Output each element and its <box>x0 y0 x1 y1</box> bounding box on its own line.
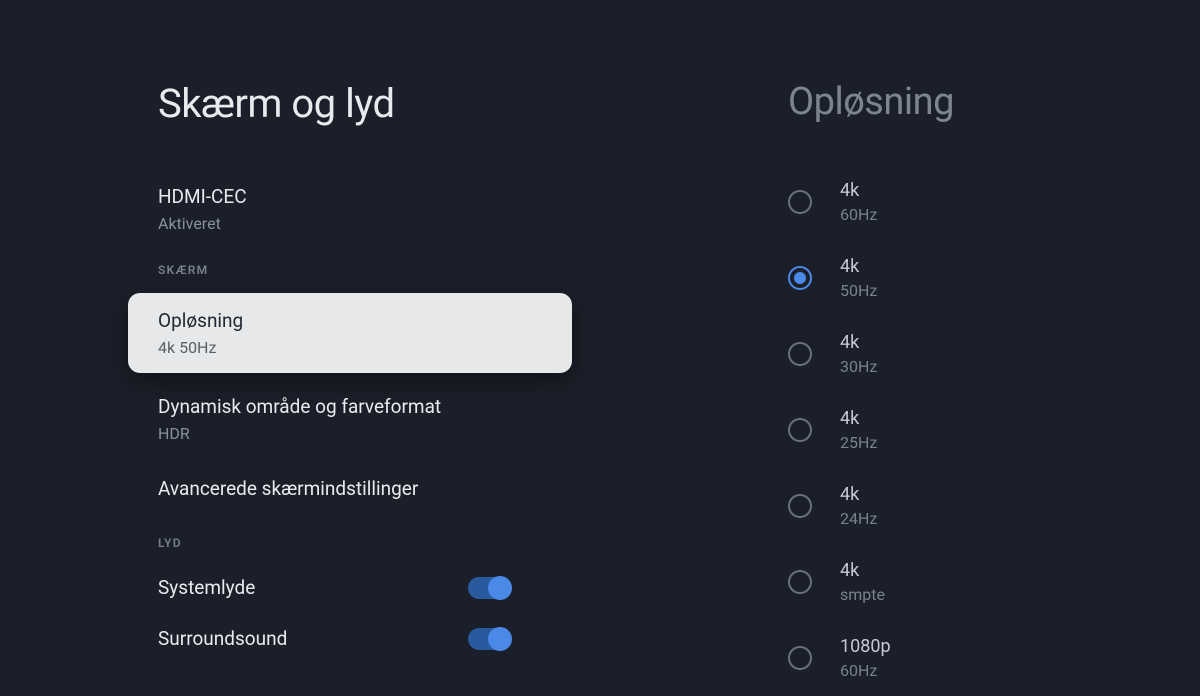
radio-unchecked-icon <box>788 190 812 214</box>
section-header-display: SKÆRM <box>0 247 600 289</box>
resolution-options-list: 4k 60Hz 4k 50Hz 4k 30Hz 4k 25Hz <box>600 164 1200 696</box>
options-title: Opløsning <box>788 80 1200 124</box>
resolution-option-4k-smpte[interactable]: 4k smpte <box>788 544 1200 620</box>
system-sounds-item[interactable]: Systemlyde <box>0 562 510 613</box>
page-title: Skærm og lyd <box>158 80 600 127</box>
option-text: 4k 30Hz <box>840 332 877 376</box>
resolution-title: Opløsning <box>158 309 542 332</box>
surround-label: Surroundsound <box>158 627 287 650</box>
option-subtitle: 50Hz <box>840 281 877 300</box>
option-subtitle: 24Hz <box>840 509 877 528</box>
surround-item[interactable]: Surroundsound <box>0 613 510 664</box>
option-text: 1080p 60Hz <box>840 636 891 680</box>
left-panel: Skærm og lyd HDMI-CEC Aktiveret SKÆRM Op… <box>0 0 600 675</box>
option-text: 4k 60Hz <box>840 180 877 224</box>
radio-unchecked-icon <box>788 418 812 442</box>
resolution-option-4k-60[interactable]: 4k 60Hz <box>788 164 1200 240</box>
resolution-option-4k-50[interactable]: 4k 50Hz <box>788 240 1200 316</box>
resolution-option-4k-24[interactable]: 4k 24Hz <box>788 468 1200 544</box>
system-sounds-toggle[interactable] <box>468 577 510 599</box>
option-title: 4k <box>840 484 877 505</box>
option-title: 4k <box>840 332 877 353</box>
option-subtitle: 60Hz <box>840 661 891 680</box>
resolution-item[interactable]: Opløsning 4k 50Hz <box>128 293 572 373</box>
option-subtitle: 25Hz <box>840 433 877 452</box>
advanced-display-item[interactable]: Avancerede skærmindstillinger <box>0 463 570 520</box>
resolution-subtitle: 4k 50Hz <box>158 338 542 357</box>
dynamic-range-item[interactable]: Dynamisk område og farveformat HDR <box>0 381 570 457</box>
option-title: 4k <box>840 408 877 429</box>
option-title: 4k <box>840 560 885 581</box>
toggle-knob-icon <box>488 576 512 600</box>
hdmi-cec-title: HDMI-CEC <box>158 185 570 208</box>
right-panel: Opløsning 4k 60Hz 4k 50Hz 4k 30Hz <box>600 0 1200 675</box>
option-text: 4k 50Hz <box>840 256 877 300</box>
hdmi-cec-subtitle: Aktiveret <box>158 214 570 233</box>
surround-toggle[interactable] <box>468 628 510 650</box>
option-text: 4k 24Hz <box>840 484 877 528</box>
radio-checked-icon <box>788 266 812 290</box>
dynamic-range-title: Dynamisk område og farveformat <box>158 395 570 418</box>
option-title: 1080p <box>840 636 891 657</box>
radio-unchecked-icon <box>788 646 812 670</box>
radio-unchecked-icon <box>788 570 812 594</box>
option-title: 4k <box>840 180 877 201</box>
radio-unchecked-icon <box>788 342 812 366</box>
system-sounds-label: Systemlyde <box>158 576 255 599</box>
option-text: 4k 25Hz <box>840 408 877 452</box>
radio-inner-icon <box>794 272 806 284</box>
resolution-option-1080p-60[interactable]: 1080p 60Hz <box>788 620 1200 696</box>
option-text: 4k smpte <box>840 560 885 604</box>
option-subtitle: 60Hz <box>840 205 877 224</box>
toggle-knob-icon <box>488 627 512 651</box>
resolution-option-4k-30[interactable]: 4k 30Hz <box>788 316 1200 392</box>
section-header-audio: LYD <box>0 520 600 562</box>
resolution-option-4k-25[interactable]: 4k 25Hz <box>788 392 1200 468</box>
dynamic-range-subtitle: HDR <box>158 424 570 443</box>
radio-unchecked-icon <box>788 494 812 518</box>
advanced-display-title: Avancerede skærmindstillinger <box>158 477 570 500</box>
option-subtitle: 30Hz <box>840 357 877 376</box>
option-title: 4k <box>840 256 877 277</box>
hdmi-cec-item[interactable]: HDMI-CEC Aktiveret <box>0 171 570 247</box>
option-subtitle: smpte <box>840 585 885 604</box>
